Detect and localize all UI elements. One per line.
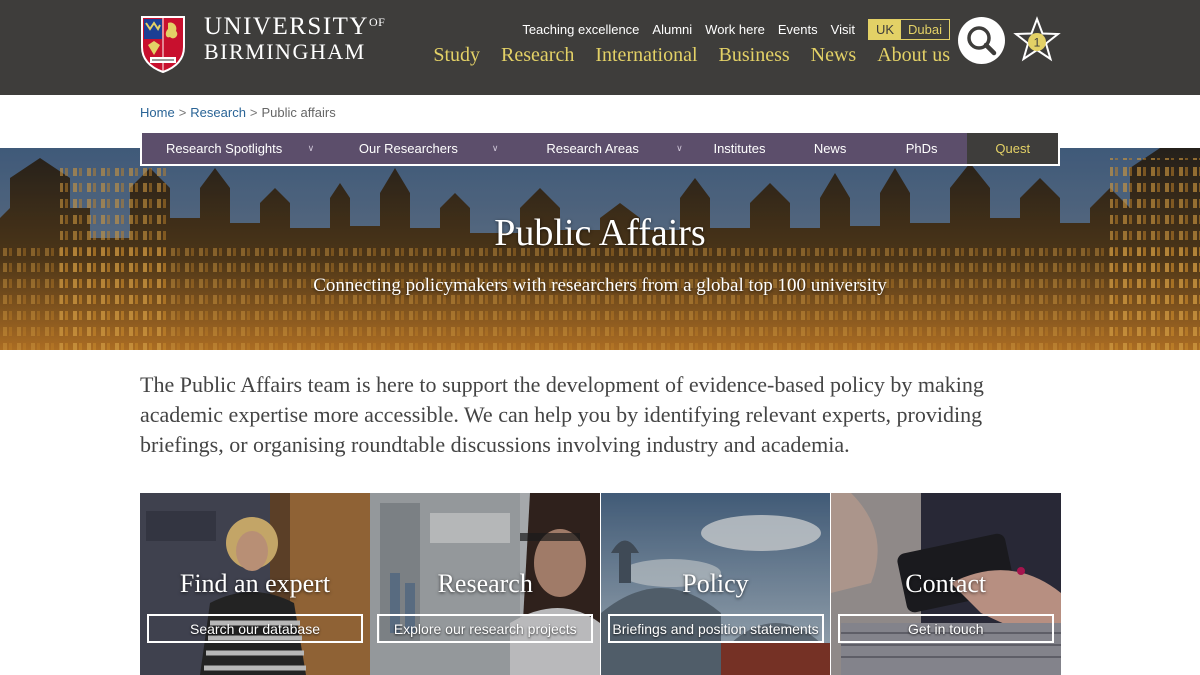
section-nav-label: Our Researchers (358, 141, 458, 156)
section-nav-quest[interactable]: Quest (967, 133, 1059, 164)
section-nav-research-spotlights[interactable]: Research Spotlights ∨ (142, 133, 326, 164)
main-nav-business[interactable]: Business (719, 44, 790, 67)
breadcrumb-research[interactable]: Research (190, 105, 246, 120)
university-wordmark[interactable]: UNIVERSITYOF BIRMINGHAM (204, 14, 385, 63)
main-nav-about-us[interactable]: About us (877, 44, 950, 67)
card-contact[interactable]: Contact Get in touch (830, 493, 1061, 675)
chevron-down-icon: ∨ (676, 143, 683, 153)
util-link-alumni[interactable]: Alumni (652, 22, 692, 37)
section-nav-label: Research Areas (546, 141, 639, 156)
breadcrumb-home[interactable]: Home (140, 105, 175, 120)
briefings-button[interactable]: Briefings and position statements (607, 614, 824, 643)
section-nav-phds[interactable]: PhDs (876, 133, 968, 164)
card-title: Contact (905, 569, 987, 598)
card-find-an-expert[interactable]: Find an expert Search our database (140, 493, 370, 675)
section-nav-label: Research Spotlights (165, 141, 283, 156)
page-subtitle: Connecting policymakers with researchers… (313, 275, 887, 296)
section-nav-news[interactable]: News (784, 133, 876, 164)
main-nav-international[interactable]: International (595, 44, 697, 67)
wordmark-line-2: BIRMINGHAM (204, 39, 366, 64)
section-nav: Research Spotlights ∨ Our Researchers ∨ … (140, 131, 1060, 166)
hero-banner: Public Affairs Connecting policymakers w… (0, 148, 1200, 350)
card-title: Find an expert (179, 569, 331, 598)
section-nav-research-areas[interactable]: Research Areas ∨ (510, 133, 694, 164)
card-title: Research (437, 569, 533, 598)
breadcrumb-current: Public affairs (261, 105, 336, 120)
card-title: Policy (682, 569, 749, 598)
shortlist-count: 1 (1034, 36, 1041, 50)
breadcrumb-separator: > (249, 105, 258, 120)
card-policy[interactable]: Policy Briefings and position statements (600, 493, 831, 675)
util-link-teaching-excellence[interactable]: Teaching excellence (522, 22, 639, 37)
util-link-visit[interactable]: Visit (831, 22, 855, 37)
campus-switcher: UK Dubai (867, 19, 950, 40)
main-nav-study[interactable]: Study (433, 44, 480, 67)
utility-nav: Teaching excellence Alumni Work here Eve… (509, 19, 950, 40)
section-nav-our-researchers[interactable]: Our Researchers ∨ (326, 133, 510, 164)
intro-paragraph: The Public Affairs team is here to suppo… (140, 372, 984, 457)
star-icon: 1 (1013, 16, 1061, 62)
main-nav-news[interactable]: News (811, 44, 857, 67)
chevron-down-icon: ∨ (307, 143, 315, 153)
page-title: Public Affairs (494, 212, 706, 254)
shortlist-button[interactable]: 1 (1013, 16, 1061, 64)
main-nav-research[interactable]: Research (501, 44, 574, 67)
search-button[interactable] (958, 17, 1005, 64)
wordmark-line-1: UNIVERSITYOF (204, 13, 386, 40)
wordmark-of: OF (369, 15, 386, 29)
site-header: UNIVERSITYOF BIRMINGHAM Teaching excelle… (0, 0, 1200, 95)
breadcrumb: Home > Research > Public affairs (140, 105, 336, 120)
chevron-down-icon: ∨ (491, 143, 499, 153)
explore-research-button[interactable]: Explore our research projects (377, 614, 594, 643)
util-link-work-here[interactable]: Work here (705, 22, 765, 37)
university-crest-icon[interactable] (140, 15, 186, 73)
campus-uk[interactable]: UK (868, 20, 902, 39)
section-nav-institutes[interactable]: Institutes (695, 133, 785, 164)
util-link-events[interactable]: Events (778, 22, 818, 37)
search-icon (967, 26, 997, 56)
get-in-touch-button[interactable]: Get in touch (837, 614, 1054, 643)
campus-dubai[interactable]: Dubai (901, 20, 949, 39)
search-database-button[interactable]: Search our database (147, 614, 363, 643)
feature-cards: Find an expert Search our database Resea… (140, 493, 1061, 675)
main-nav: Study Research International Business Ne… (412, 44, 950, 67)
breadcrumb-separator: > (178, 105, 187, 120)
card-research[interactable]: Research Explore our research projects (370, 493, 601, 675)
